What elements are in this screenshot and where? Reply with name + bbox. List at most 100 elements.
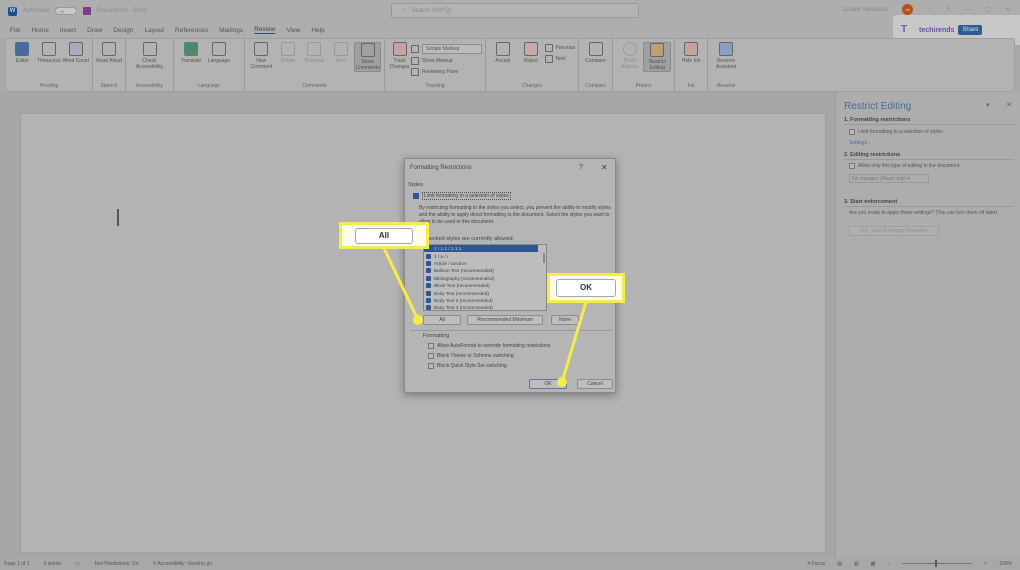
autosave-toggle[interactable]: Off bbox=[55, 7, 78, 15]
styles-list[interactable]: 1 / 1.1 / 1.1.1 1 / a / i Article / Sect… bbox=[423, 244, 547, 311]
pen-icon[interactable]: ✎ bbox=[946, 6, 951, 13]
settings-link[interactable]: Settings... bbox=[849, 140, 871, 146]
previous-comment-button[interactable]: Previous bbox=[301, 42, 328, 64]
zoom-level[interactable]: 100% bbox=[999, 561, 1012, 567]
block-theme-checkbox[interactable]: Block Theme or Scheme switching bbox=[428, 353, 514, 359]
list-item[interactable]: Bibliography (recommended) bbox=[424, 275, 546, 282]
thesaurus-button[interactable]: Thesaurus bbox=[36, 42, 63, 64]
list-item[interactable]: Body Text (recommended) bbox=[424, 289, 546, 296]
maximize-icon[interactable]: ▢ bbox=[985, 6, 991, 13]
minimize-icon[interactable]: — bbox=[965, 7, 971, 13]
all-button[interactable]: All bbox=[423, 315, 461, 325]
previous-change-button[interactable]: Previous bbox=[544, 44, 575, 52]
list-item[interactable]: Balloon Text (recommended) bbox=[424, 267, 546, 274]
checkbox-checked[interactable] bbox=[426, 275, 431, 281]
next-change-button[interactable]: Next bbox=[544, 55, 575, 63]
restrict-editing-button[interactable]: Restrict Editing bbox=[643, 42, 671, 72]
checkbox-checked[interactable] bbox=[426, 253, 431, 259]
resume-assistant-button[interactable]: Resume Assistant bbox=[711, 42, 741, 70]
check-accessibility-button[interactable]: Check Accessibility bbox=[129, 42, 170, 70]
share-button[interactable]: Share bbox=[958, 25, 983, 35]
tab-references[interactable]: References bbox=[175, 27, 208, 34]
translate-button[interactable]: Translate bbox=[177, 42, 205, 64]
help-icon[interactable]: ? bbox=[579, 164, 583, 171]
save-icon[interactable] bbox=[83, 7, 92, 15]
start-enforcing-button[interactable]: Yes, Start Enforcing Protection bbox=[849, 226, 939, 236]
tab-mailings[interactable]: Mailings bbox=[219, 27, 243, 34]
show-markup-button[interactable]: Show Markup bbox=[411, 57, 482, 65]
close-icon[interactable]: ✕ bbox=[601, 163, 608, 172]
word-count[interactable]: 0 words bbox=[44, 561, 62, 567]
lightbulb-icon[interactable]: ♢ bbox=[927, 6, 932, 13]
editor-button[interactable]: Editor bbox=[9, 42, 36, 64]
new-comment-button[interactable]: New Comment bbox=[248, 42, 275, 70]
checkbox-checked[interactable] bbox=[426, 283, 431, 289]
compare-button[interactable]: Compare bbox=[582, 42, 609, 64]
none-button[interactable]: None bbox=[551, 315, 579, 325]
tab-home[interactable]: Home bbox=[31, 27, 48, 34]
allow-autoformat-checkbox[interactable]: Allow AutoFormat to override formatting … bbox=[428, 343, 550, 349]
tab-file[interactable]: File bbox=[10, 27, 20, 34]
editing-type-select[interactable]: No changes (Read only) ▾ bbox=[849, 174, 929, 183]
tab-design[interactable]: Design bbox=[113, 27, 133, 34]
web-layout-icon[interactable]: ▦ bbox=[871, 561, 876, 567]
zoom-out-icon[interactable]: − bbox=[887, 561, 890, 567]
reject-button[interactable]: Reject bbox=[517, 42, 545, 64]
checkbox[interactable] bbox=[849, 129, 855, 135]
list-item[interactable]: Body Text 2 (recommended) bbox=[424, 297, 546, 304]
focus-button[interactable]: ⌗ Focus bbox=[807, 561, 825, 567]
search-input[interactable]: ⌕ Search (Alt+Q) bbox=[391, 3, 639, 18]
track-changes-button[interactable]: Track Changes bbox=[388, 42, 411, 70]
reviewing-pane-button[interactable]: Reviewing Pane bbox=[411, 68, 482, 76]
checkbox-checked[interactable] bbox=[426, 297, 431, 303]
limit-formatting-checkbox[interactable]: Limit formatting to a selection of style… bbox=[413, 192, 511, 200]
checkbox-checked[interactable] bbox=[426, 268, 431, 274]
list-item[interactable]: Block Text (recommended) bbox=[424, 282, 546, 289]
list-scrollbar[interactable] bbox=[543, 253, 545, 263]
tab-draw[interactable]: Draw bbox=[87, 27, 102, 34]
limit-formatting-checkbox[interactable]: Limit formatting to a selection of style… bbox=[849, 129, 943, 135]
print-layout-icon[interactable]: ▥ bbox=[854, 561, 859, 567]
read-aloud-button[interactable]: Read Aloud bbox=[96, 42, 122, 64]
checkbox[interactable] bbox=[428, 353, 434, 359]
tab-insert[interactable]: Insert bbox=[60, 27, 76, 34]
text-predictions[interactable]: Text Predictions: On bbox=[94, 561, 139, 567]
delete-comment-button[interactable]: Delete bbox=[275, 42, 302, 64]
tab-layout[interactable]: Layout bbox=[145, 27, 165, 34]
page-count[interactable]: Page 1 of 1 bbox=[4, 561, 30, 567]
checkbox[interactable] bbox=[849, 163, 855, 169]
recommended-minimum-button[interactable]: Recommended Minimum bbox=[467, 315, 543, 325]
checkbox-checked[interactable] bbox=[413, 193, 419, 199]
block-authors-button[interactable]: Block Authors bbox=[616, 42, 643, 70]
pane-close-icon[interactable]: ✕ bbox=[1006, 101, 1012, 109]
tab-review[interactable]: Review bbox=[254, 26, 276, 34]
next-comment-button[interactable]: Next bbox=[328, 42, 355, 64]
cancel-button[interactable]: Cancel bbox=[577, 379, 613, 389]
proofing-icon[interactable]: ▭ bbox=[75, 561, 80, 567]
avatar[interactable]: JM bbox=[901, 4, 913, 15]
accept-button[interactable]: Accept bbox=[489, 42, 517, 64]
language-button[interactable]: Language bbox=[205, 42, 233, 64]
checkbox-checked[interactable] bbox=[426, 260, 431, 266]
checkbox[interactable] bbox=[428, 363, 434, 369]
checkbox-checked[interactable] bbox=[426, 290, 431, 296]
markup-dropdown[interactable]: Simple Markup bbox=[411, 44, 482, 54]
list-item[interactable]: Article / Section bbox=[424, 260, 546, 267]
read-mode-icon[interactable]: ▤ bbox=[837, 561, 842, 567]
tab-help[interactable]: Help bbox=[311, 27, 324, 34]
word-count-button[interactable]: Word Count bbox=[62, 42, 89, 64]
zoom-slider-thumb[interactable] bbox=[935, 560, 938, 567]
list-item[interactable]: 1 / a / i bbox=[424, 252, 546, 259]
hide-ink-button[interactable]: Hide Ink bbox=[678, 42, 704, 64]
pane-options-icon[interactable]: ▾ bbox=[986, 101, 990, 109]
checkbox-checked[interactable] bbox=[426, 305, 431, 310]
list-item[interactable]: 1 / 1.1 / 1.1.1 bbox=[424, 245, 538, 253]
accessibility-status[interactable]: ⚲ Accessibility: Good to go bbox=[153, 561, 213, 567]
list-item[interactable]: Body Text 3 (recommended) bbox=[424, 304, 546, 310]
close-icon[interactable]: ✕ bbox=[1005, 6, 1010, 13]
allow-editing-type-checkbox[interactable]: Allow only this type of editing in the d… bbox=[849, 163, 961, 169]
show-comments-button[interactable]: Show Comments bbox=[354, 42, 381, 72]
tab-view[interactable]: View bbox=[286, 27, 300, 34]
block-quick-style-checkbox[interactable]: Block Quick Style Set switching bbox=[428, 363, 507, 369]
zoom-in-icon[interactable]: + bbox=[984, 561, 987, 567]
